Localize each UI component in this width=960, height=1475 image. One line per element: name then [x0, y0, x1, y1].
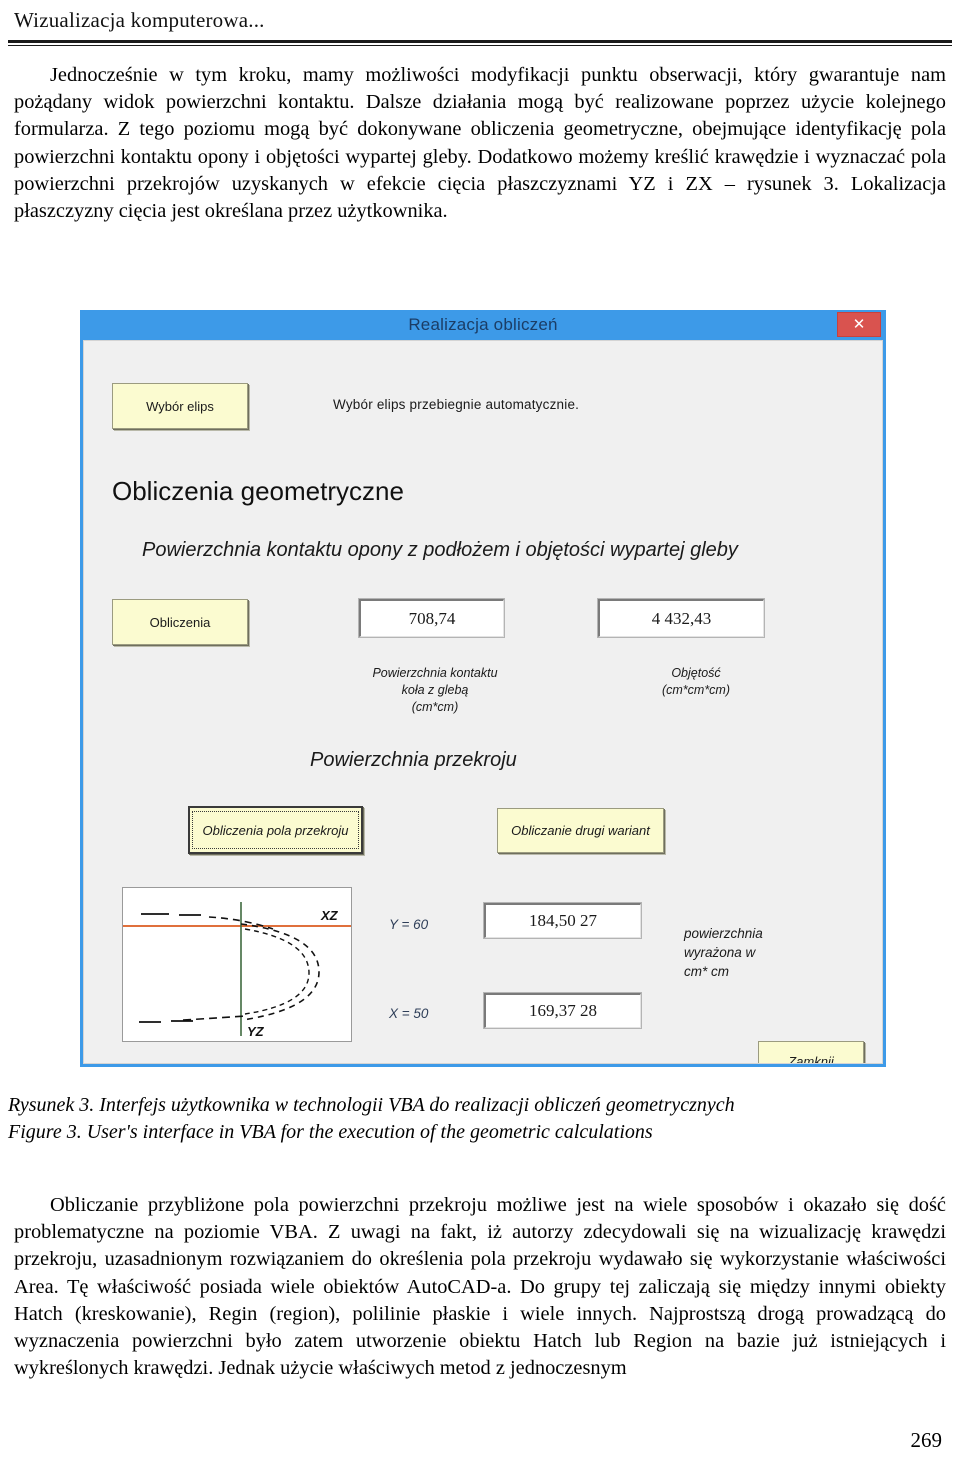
unit-note-line-1: powierzchnia: [684, 926, 763, 941]
section-contour-inner: [244, 928, 310, 1015]
geometric-calculations-heading: Obliczenia geometryczne: [112, 476, 404, 506]
contact-area-field[interactable]: 708,74: [358, 598, 505, 638]
close-window-button[interactable]: ✕: [837, 312, 881, 337]
cross-section-area-button-label: Obliczenia pola przekroju: [192, 811, 359, 849]
running-head: Wizualizacja komputerowa...: [14, 8, 265, 32]
volume-caption-line-1: Objętość: [671, 666, 721, 680]
figure-caption: Rysunek 3. Interfejs użytkownika w techn…: [8, 1092, 954, 1146]
x-section-area-field[interactable]: 169,37 28: [483, 992, 642, 1029]
contact-surface-subtitle: Powierzchnia kontaktu opony z podłożem i…: [142, 539, 738, 561]
cross-section-diagram-svg: XZ YZ: [123, 902, 351, 1039]
second-variant-button[interactable]: Obliczanie drugi wariant: [497, 808, 664, 853]
unit-note-line-3: cm* cm: [684, 964, 729, 979]
close-icon: ✕: [852, 316, 866, 333]
unit-note: powierzchnia wyrażona w cm* cm: [684, 924, 763, 981]
auto-selection-note: Wybór elips przebiegnie automatycznie.: [333, 397, 580, 412]
dialog-title: Realizacja obliczeń: [408, 315, 558, 334]
x-plane-label: X = 50: [389, 1006, 429, 1021]
close-dialog-button[interactable]: Zamknij: [758, 1041, 864, 1063]
cross-section-diagram: XZ YZ: [122, 887, 352, 1042]
contact-area-caption-line-1: Powierzchnia kontaktu: [372, 666, 498, 680]
figure-caption-en: Figure 3. User's interface in VBA for th…: [8, 1121, 653, 1143]
vba-dialog-window: Realizacja obliczeń ✕ Wybór elips Wybór …: [80, 310, 886, 1067]
volume-caption-line-2: (cm*cm*cm): [661, 683, 731, 697]
dialog-titlebar: Realizacja obliczeń ✕: [83, 312, 883, 340]
dialog-content: Wybór elips Wybór elips przebiegnie auto…: [83, 340, 883, 1064]
body-paragraph-top: Jednocześnie w tym kroku, mamy możliwośc…: [14, 64, 946, 223]
yz-label: YZ: [247, 1024, 265, 1039]
volume-field[interactable]: 4 432,43: [597, 598, 765, 638]
select-ellipse-button[interactable]: Wybór elips: [112, 383, 248, 429]
unit-note-line-2: wyrażona w: [684, 945, 756, 960]
figure-caption-pl: Rysunek 3. Interfejs użytkownika w techn…: [8, 1094, 735, 1116]
contact-area-caption-line-3: (cm*cm): [411, 700, 459, 714]
edge-curve-lower: [182, 1015, 246, 1021]
contact-area-caption-line-2: koła z glebą: [401, 683, 469, 697]
contact-area-caption: Powierzchnia kontaktu koła z glebą (cm*c…: [360, 665, 510, 716]
y-section-area-field[interactable]: 184,50 27: [483, 902, 642, 939]
cross-section-area-button[interactable]: Obliczenia pola przekroju: [188, 806, 363, 854]
cross-section-title: Powierzchnia przekroju: [310, 749, 517, 771]
xz-label: XZ: [320, 908, 339, 923]
volume-caption: Objętość (cm*cm*cm): [636, 665, 756, 699]
page-number: 269: [910, 1428, 943, 1452]
y-plane-label: Y = 60: [389, 917, 429, 932]
calculate-button[interactable]: Obliczenia: [112, 599, 248, 645]
body-paragraph-bottom: Obliczanie przybliżone pola powierzchni …: [14, 1194, 946, 1380]
header-rule: [8, 40, 952, 46]
